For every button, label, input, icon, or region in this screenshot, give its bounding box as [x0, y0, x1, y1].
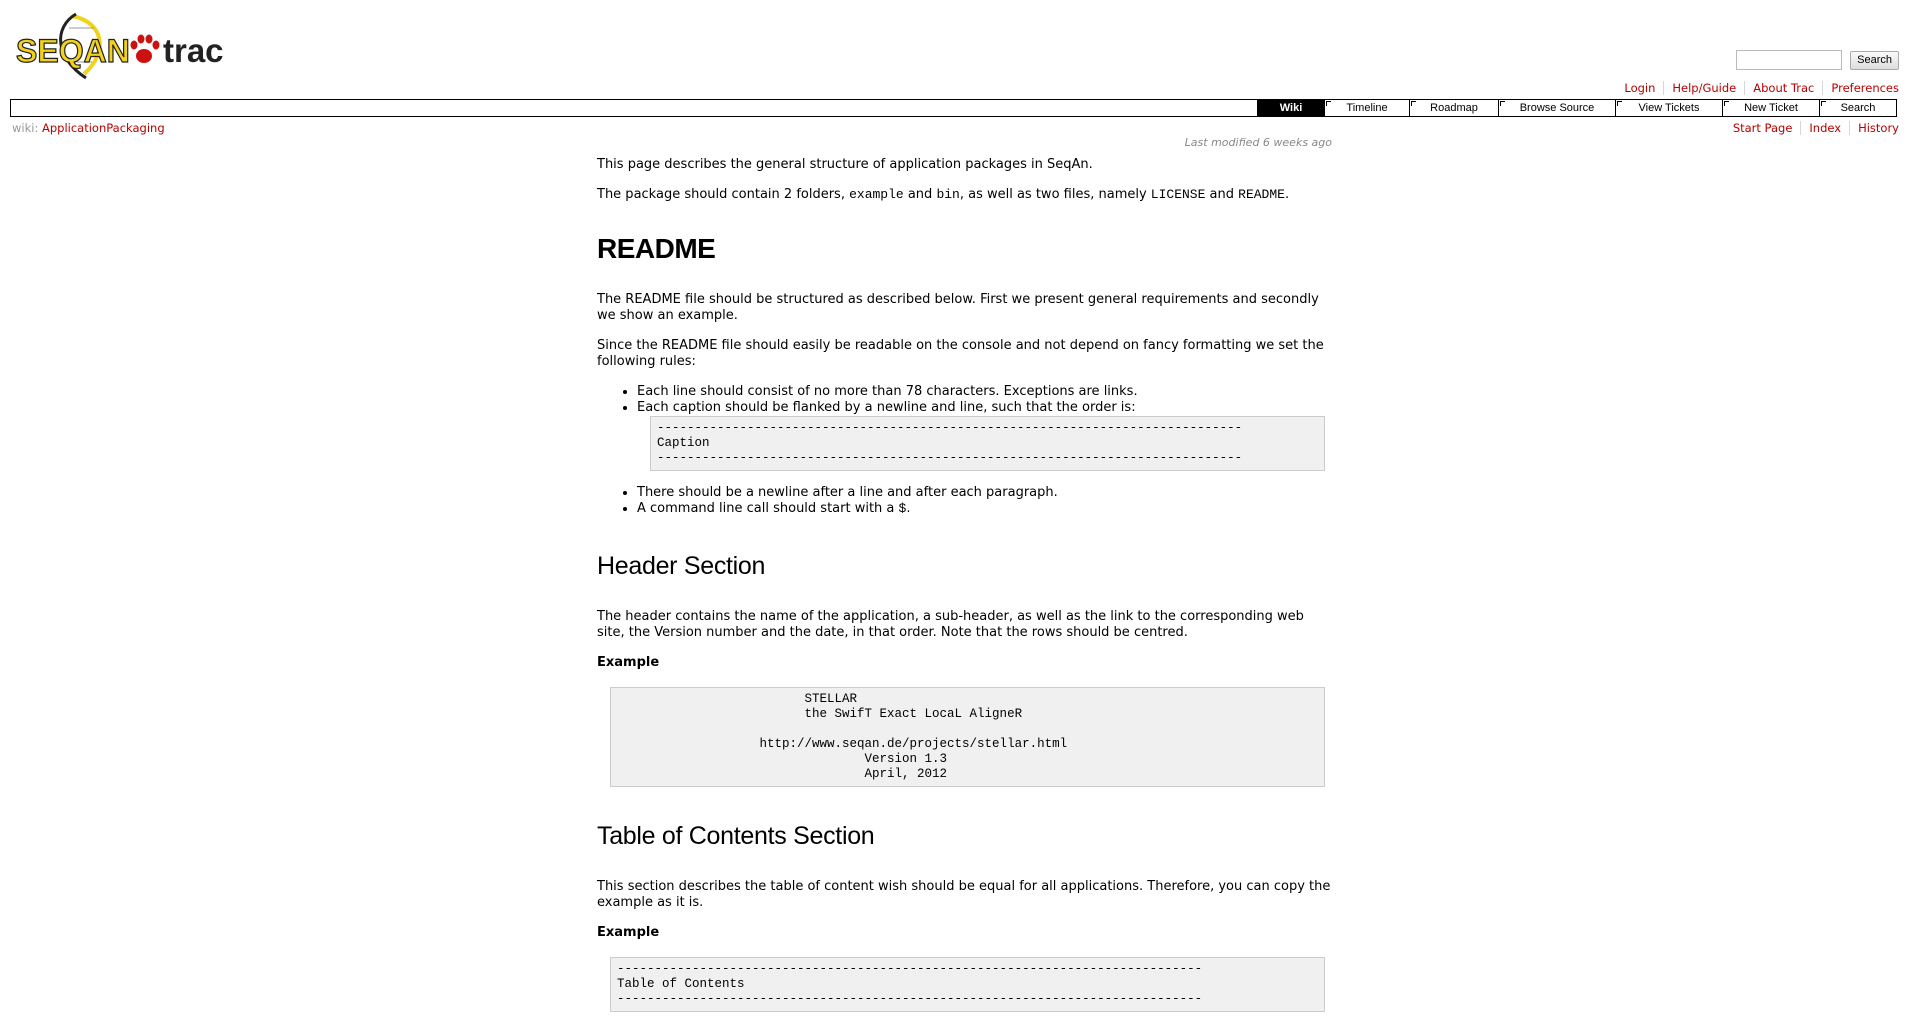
- list-item: Each line should consist of no more than…: [637, 384, 1332, 400]
- about-trac-link[interactable]: About Trac: [1744, 81, 1822, 95]
- index-link[interactable]: Index: [1800, 121, 1849, 135]
- example-label: Example: [597, 655, 660, 670]
- banner: SEQAN trac Search Login Help/Guide About…: [0, 0, 1907, 100]
- main-navigation: Wiki Timeline Roadmap Browse Source View…: [10, 99, 1897, 117]
- rules-list: Each line should consist of no more than…: [597, 384, 1332, 517]
- list-item: A command line call should start with a …: [637, 501, 1332, 517]
- example-label: Example: [597, 925, 660, 940]
- help-guide-link[interactable]: Help/Guide: [1663, 81, 1744, 95]
- tab-roadmap[interactable]: Roadmap: [1409, 100, 1498, 116]
- search-input[interactable]: [1736, 50, 1843, 70]
- code-license: LICENSE: [1150, 187, 1206, 202]
- package-paragraph: The package should contain 2 folders, ex…: [597, 187, 1290, 202]
- intro-paragraph: This page describes the general structur…: [597, 157, 1093, 172]
- search-button[interactable]: Search: [1850, 50, 1899, 70]
- list-item: Each caption should be flanked by a newl…: [637, 400, 1332, 471]
- start-page-link[interactable]: Start Page: [1725, 121, 1801, 135]
- readme-paragraph-2: Since the README file should easily be r…: [597, 338, 1324, 369]
- last-modified: Last modified 6 weeks ago: [1184, 136, 1332, 149]
- metanav: Login Help/Guide About Trac Preferences: [1616, 81, 1899, 95]
- list-item: There should be a newline after a line a…: [637, 485, 1332, 501]
- search-form: Search: [1736, 50, 1899, 70]
- tab-view-tickets[interactable]: View Tickets: [1615, 100, 1722, 116]
- logo-graphic: SEQAN trac: [15, 12, 224, 80]
- tab-new-ticket[interactable]: New Ticket: [1722, 100, 1819, 116]
- tab-timeline[interactable]: Timeline: [1324, 100, 1409, 116]
- heading-toc-section: Table of Contents Section: [597, 822, 875, 850]
- toc-paragraph: This section describes the table of cont…: [597, 879, 1331, 910]
- code-readme: README: [1238, 187, 1285, 202]
- header-example-code-block: STELLAR the SwifT Exact LocaL AligneR ht…: [610, 687, 1325, 787]
- seqan-text: SEQAN: [16, 33, 130, 69]
- code-bin: bin: [936, 187, 960, 202]
- tab-search[interactable]: Search: [1819, 100, 1896, 116]
- header-paragraph: The header contains the name of the appl…: [597, 609, 1304, 640]
- breadcrumb-page-link[interactable]: ApplicationPackaging: [42, 121, 165, 135]
- caption-code-block: ----------------------------------------…: [650, 416, 1325, 471]
- tab-browse-source[interactable]: Browse Source: [1498, 100, 1615, 116]
- toc-example-code-block: ----------------------------------------…: [610, 957, 1325, 1012]
- context-navigation: Start Page Index History: [1725, 121, 1899, 135]
- trac-text: trac: [163, 32, 224, 69]
- paw-icon: [130, 34, 160, 63]
- preferences-link[interactable]: Preferences: [1822, 81, 1899, 95]
- readme-paragraph-1: The README file should be structured as …: [597, 292, 1319, 323]
- history-link[interactable]: History: [1849, 121, 1899, 135]
- seqan-trac-logo[interactable]: SEQAN trac: [14, 12, 229, 82]
- heading-readme: README: [597, 233, 716, 264]
- breadcrumb-prefix: wiki:: [12, 121, 39, 135]
- wiki-content: Last modified 6 weeks ago This page desc…: [597, 133, 1332, 1026]
- login-link[interactable]: Login: [1616, 81, 1663, 95]
- breadcrumb: wiki: ApplicationPackaging: [12, 121, 165, 135]
- heading-header-section: Header Section: [597, 552, 766, 580]
- code-example: example: [849, 187, 904, 202]
- tab-wiki[interactable]: Wiki: [1257, 100, 1324, 116]
